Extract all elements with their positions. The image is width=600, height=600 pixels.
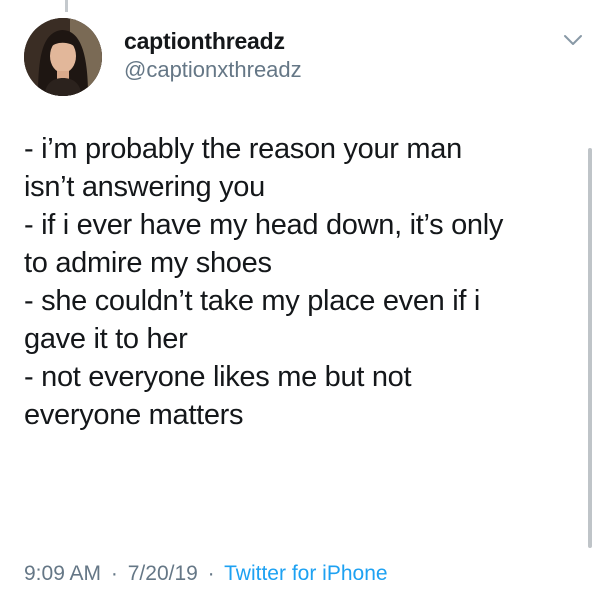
scroll-indicator[interactable] — [588, 148, 592, 548]
author-display-name[interactable]: captionthreadz — [124, 28, 302, 54]
tweet-text-line: isn’t answering you — [24, 171, 265, 203]
avatar[interactable] — [24, 18, 102, 96]
tweet-header: captionthreadz @captionxthreadz — [24, 18, 584, 98]
tweet-text-line: - i’m probably the reason your man — [24, 133, 462, 165]
tweet-text-line: - if i ever have my head down, it’s only — [24, 209, 504, 241]
thread-connector-line — [65, 0, 68, 12]
tweet-source-link[interactable]: Twitter for iPhone — [224, 562, 387, 585]
tweet-time[interactable]: 9:09 AM — [24, 562, 101, 585]
author-handle[interactable]: @captionxthreadz — [124, 56, 302, 84]
tweet-text-line: everyone matters — [24, 399, 244, 431]
tweet-text-line: - she couldn’t take my place even if i — [24, 285, 481, 317]
tweet-text-line: to admire my shoes — [24, 247, 272, 279]
tweet-text-line: - not everyone likes me but not — [24, 361, 412, 393]
tweet-text: - i’m probably the reason your man isn’t… — [24, 130, 580, 434]
author-info[interactable]: captionthreadz @captionxthreadz — [124, 28, 302, 84]
tweet-date[interactable]: 7/20/19 — [128, 562, 198, 585]
meta-separator: · — [207, 562, 215, 585]
tweet-text-line: gave it to her — [24, 323, 188, 355]
meta-separator: · — [110, 562, 118, 585]
chevron-down-icon[interactable] — [562, 32, 584, 48]
tweet-metadata: 9:09 AM · 7/20/19 · Twitter for iPhone — [24, 562, 388, 586]
